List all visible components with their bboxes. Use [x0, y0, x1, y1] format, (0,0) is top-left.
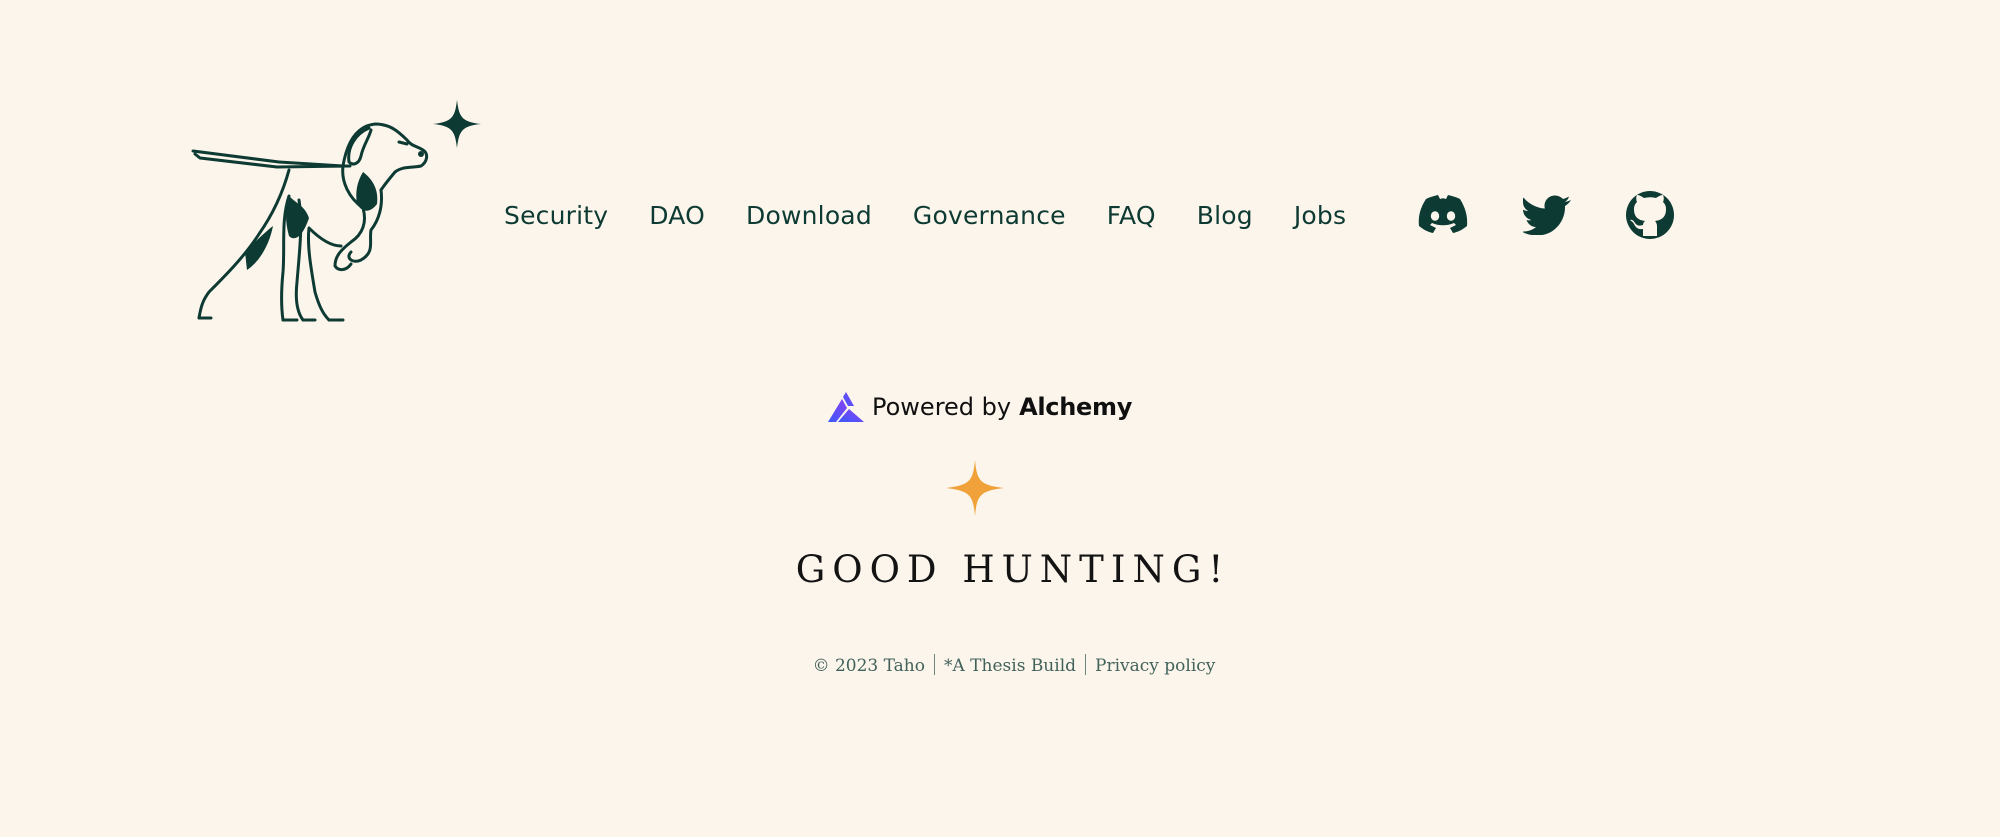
footer: © 2023 Taho *A Thesis Build Privacy policy: [0, 654, 2000, 676]
nav-link-jobs[interactable]: Jobs: [1294, 201, 1346, 230]
footer-divider: [934, 654, 935, 675]
discord-link[interactable]: [1416, 188, 1470, 242]
nav-link-download[interactable]: Download: [746, 201, 872, 230]
thesis-build-link[interactable]: *A Thesis Build: [944, 656, 1076, 676]
twitter-link[interactable]: [1520, 188, 1574, 242]
privacy-policy-link[interactable]: Privacy policy: [1095, 656, 1215, 676]
nav-link-faq[interactable]: FAQ: [1107, 201, 1156, 230]
nav-link-blog[interactable]: Blog: [1197, 201, 1253, 230]
main-nav: Security DAO Download Governance FAQ Blo…: [504, 190, 1346, 240]
nav-link-security[interactable]: Security: [504, 201, 608, 230]
tagline: GOOD HUNTING!: [795, 548, 1231, 591]
footer-divider: [1085, 654, 1087, 675]
github-icon: [1626, 191, 1674, 239]
taho-dog-logo[interactable]: [185, 96, 491, 326]
powered-by-prefix: Powered by: [872, 393, 1012, 421]
copyright-text: © 2023 Taho: [812, 656, 925, 676]
discord-icon: [1418, 195, 1468, 233]
alchemy-brand-name: Alchemy: [1019, 393, 1133, 421]
alchemy-logo-icon: [828, 392, 864, 422]
nav-link-governance[interactable]: Governance: [913, 201, 1066, 230]
powered-by-alchemy[interactable]: Powered by Alchemy: [828, 388, 1132, 426]
twitter-icon: [1523, 195, 1571, 235]
nav-link-dao[interactable]: DAO: [649, 201, 705, 230]
orange-sparkle-icon: [946, 460, 1004, 516]
github-link[interactable]: [1623, 188, 1677, 242]
